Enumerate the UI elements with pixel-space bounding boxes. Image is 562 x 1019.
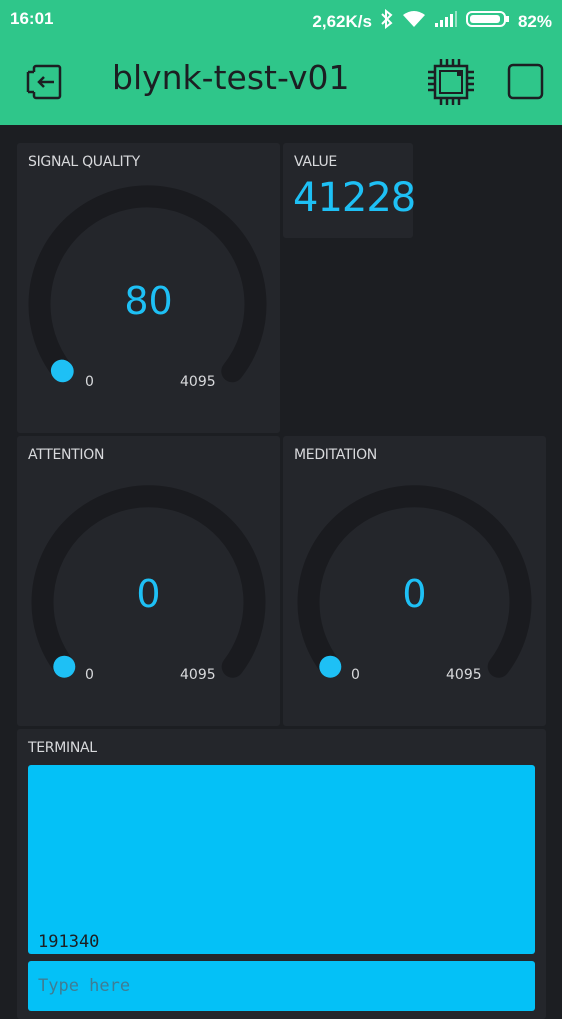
- gauge-value: 80: [124, 279, 173, 323]
- gauge-max: 4095: [446, 667, 482, 683]
- gauge-max: 4095: [180, 667, 216, 683]
- gauge-min: 0: [85, 667, 94, 683]
- network-speed: 2,62K/s: [312, 11, 372, 31]
- value-display[interactable]: VALUE 41228: [283, 143, 416, 238]
- gauge-value: 0: [136, 572, 161, 616]
- terminal-widget: TERMINAL 191340: [17, 729, 546, 1019]
- signal-quality-gauge[interactable]: SIGNAL QUALITY 80 0 4095: [17, 143, 280, 433]
- terminal-line: 191340: [38, 932, 100, 952]
- chip-icon: [428, 59, 474, 105]
- terminal-output[interactable]: 191340: [28, 765, 535, 954]
- gauge-min: 0: [351, 667, 360, 683]
- exit-button[interactable]: [24, 62, 64, 102]
- signal-icon: [434, 10, 458, 33]
- stop-button[interactable]: [506, 62, 546, 102]
- attention-gauge[interactable]: ATTENTION 0 0 4095: [17, 436, 280, 726]
- terminal-input[interactable]: [28, 961, 535, 1011]
- value-number: 41228: [293, 175, 416, 221]
- widget-label: TERMINAL: [28, 740, 97, 756]
- gauge-max: 4095: [180, 374, 216, 390]
- status-time: 16:01: [10, 9, 54, 28]
- project-title: blynk-test-v01: [112, 58, 350, 97]
- stop-icon: [507, 63, 544, 100]
- gauge-value: 0: [402, 572, 427, 616]
- widget-label: VALUE: [294, 154, 337, 170]
- device-button[interactable]: [426, 57, 476, 107]
- gauge-min: 0: [85, 374, 94, 390]
- battery-icon: [465, 10, 510, 33]
- exit-icon: [26, 64, 62, 100]
- app-bar: blynk-test-v01: [0, 40, 562, 125]
- battery-percent: 82%: [517, 11, 552, 31]
- status-indicators: 2,62K/s 82%: [312, 8, 552, 34]
- status-bar: 16:01 2,62K/s 82%: [0, 0, 562, 40]
- wifi-icon: [402, 10, 426, 33]
- meditation-gauge[interactable]: MEDITATION 0 0 4095: [283, 436, 546, 726]
- bluetooth-icon: [380, 8, 394, 34]
